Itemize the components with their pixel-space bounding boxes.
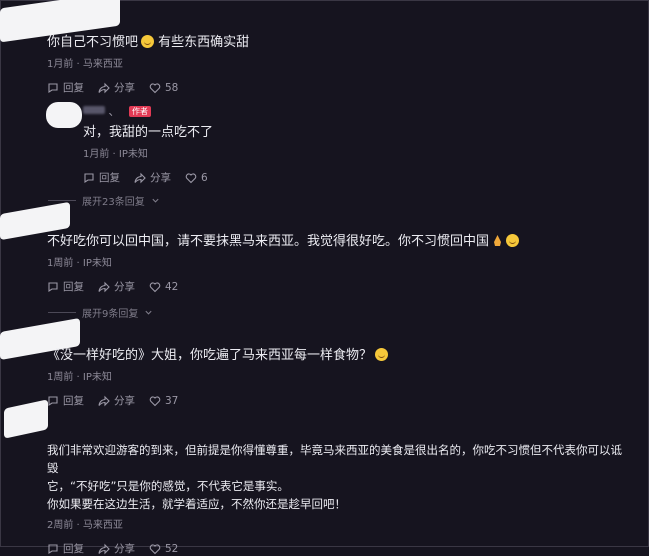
like-count: 42 — [165, 280, 179, 293]
like-button[interactable]: 6 — [185, 172, 208, 184]
comment: 我们非常欢迎游客的到来，但前提是你得懂尊重，毕竟马来西亚的美食是很出名的，你吃不… — [47, 441, 631, 556]
reply-icon — [48, 82, 58, 93]
share-icon — [98, 82, 110, 93]
comment-text: 我们非常欢迎游客的到来，但前提是你得懂尊重，毕竟马来西亚的美食是很出名的，你吃不… — [47, 443, 622, 511]
divider — [48, 312, 76, 313]
share-button[interactable]: 分享 — [134, 170, 171, 185]
share-icon — [98, 281, 110, 292]
reply-header: 、 作者 — [83, 103, 631, 119]
pray-emoji-icon — [494, 235, 502, 246]
reply-button[interactable]: 回复 — [47, 80, 84, 95]
comment-text: 《没一样好吃的》大姐，你吃遍了马来西亚每一样食物？ — [47, 347, 631, 365]
share-button[interactable]: 分享 — [98, 80, 135, 95]
smile-emoji-icon — [375, 348, 389, 361]
chevron-down-icon — [145, 310, 152, 315]
divider — [48, 200, 76, 201]
comment-text: 对，我甜的一点吃不了 — [83, 125, 214, 140]
like-count: 6 — [201, 171, 208, 184]
like-button[interactable]: 52 — [149, 543, 178, 555]
like-button[interactable]: 37 — [149, 395, 178, 407]
redacted-avatar — [46, 102, 82, 128]
chevron-down-icon — [152, 198, 159, 203]
like-icon — [185, 172, 197, 183]
comment: 你自己不习惯吧 有些东西确实甜 1月前 · 马来西亚 回复 分享 58 — [47, 34, 631, 95]
comment-text: 你自己不习惯吧 有些东西确实甜 — [47, 35, 250, 50]
expand-replies-button[interactable]: 展开9条回复 — [48, 305, 153, 320]
comment-meta: 1周前 · IP未知 — [47, 258, 112, 269]
like-icon — [149, 543, 161, 554]
like-count: 58 — [165, 81, 179, 94]
like-icon — [149, 395, 161, 406]
comment-meta: 2周前 · 马来西亚 — [47, 520, 123, 531]
reply-icon — [48, 281, 58, 292]
comment-meta: 1周前 · IP未知 — [47, 372, 112, 383]
reply-button[interactable]: 回复 — [47, 279, 84, 294]
author-reply: 、 作者 对，我甜的一点吃不了 1月前 · IP未知 回复 分享 6 — [83, 103, 631, 185]
grin-emoji-icon — [141, 35, 155, 48]
like-count: 37 — [165, 394, 179, 407]
reply-button[interactable]: 回复 — [47, 393, 84, 408]
comment-text: 不好吃你可以回中国，请不要抹黑马来西亚。我觉得很好吃。你不习惯回中国 — [47, 233, 631, 251]
share-icon — [98, 395, 110, 406]
comment-meta: 1月前 · IP未知 — [83, 149, 148, 160]
author-badge: 作者 — [129, 106, 151, 117]
reply-button[interactable]: 回复 — [83, 170, 120, 185]
comment-meta: 1月前 · 马来西亚 — [47, 59, 123, 70]
like-icon — [149, 82, 161, 93]
comment: 《没一样好吃的》大姐，你吃遍了马来西亚每一样食物？ 1周前 · IP未知 回复 … — [47, 347, 631, 408]
share-icon — [134, 172, 146, 183]
like-button[interactable]: 58 — [149, 82, 178, 94]
like-button[interactable]: 42 — [149, 281, 178, 293]
expand-replies-button[interactable]: 展开23条回复 — [48, 193, 160, 208]
share-button[interactable]: 分享 — [98, 279, 135, 294]
share-icon — [98, 543, 110, 554]
reply-button[interactable]: 回复 — [47, 541, 84, 556]
reply-icon — [48, 543, 58, 554]
redacted-username — [83, 106, 105, 114]
comment: 不好吃你可以回中国，请不要抹黑马来西亚。我觉得很好吃。你不习惯回中国 1周前 ·… — [47, 233, 631, 294]
like-count: 52 — [165, 542, 179, 555]
redacted-avatar — [4, 399, 48, 439]
reply-icon — [48, 395, 58, 406]
smile-emoji-icon — [506, 234, 520, 247]
like-icon — [149, 281, 161, 292]
share-button[interactable]: 分享 — [98, 541, 135, 556]
share-button[interactable]: 分享 — [98, 393, 135, 408]
reply-icon — [84, 172, 94, 183]
